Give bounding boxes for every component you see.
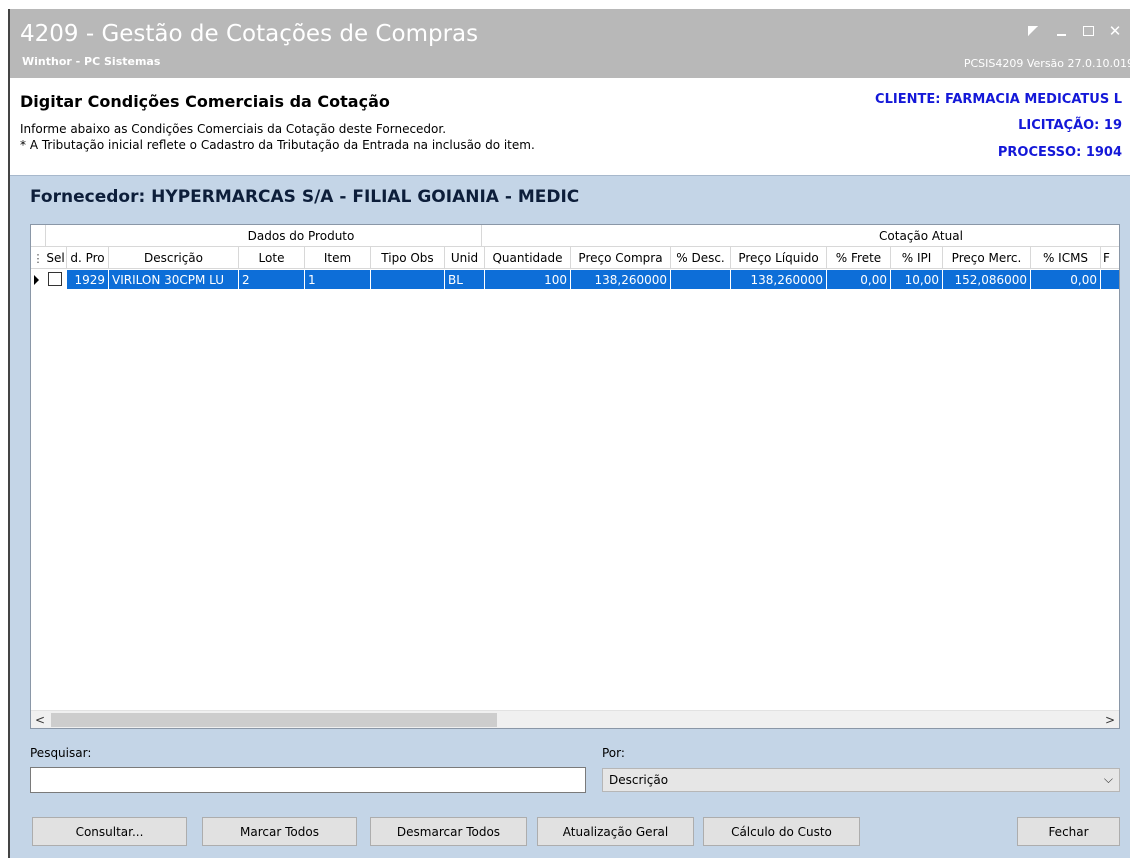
scroll-thumb[interactable] [51,713,497,727]
col-quantidade[interactable]: Quantidade [485,247,571,269]
search-by-select[interactable]: Descrição ⌵ [602,768,1120,792]
col-item[interactable]: Item [305,247,371,269]
col-preco-compra[interactable]: Preço Compra [571,247,671,269]
application-window: 4209 - Gestão de Cotações de Compras Win… [8,9,1130,858]
col-perc-frete[interactable]: % Frete [827,247,891,269]
window-title: 4209 - Gestão de Cotações de Compras [20,21,479,47]
cell-item[interactable]: 1 [305,270,371,289]
cell-preco-merc[interactable]: 152,086000 [943,270,1031,289]
column-chooser-icon[interactable]: ⋮ [31,247,45,269]
column-header-row: ⋮ Sel d. Pro Descrição Lote Item Tipo Ob… [31,247,1119,269]
row-indicator-icon [34,275,39,285]
calculo-custo-button[interactable]: Cálculo do Custo [703,817,860,846]
consultar-button[interactable]: Consultar... [32,817,187,846]
col-tipo-obs[interactable]: Tipo Obs [371,247,445,269]
info-text-2: * A Tributação inicial reflete o Cadastr… [20,138,535,152]
group-header-cotacao: Cotação Atual [879,229,963,243]
fechar-button[interactable]: Fechar [1017,817,1120,846]
processo-label: PROCESSO: 1904 [997,145,1122,160]
col-descricao[interactable]: Descrição [109,247,239,269]
page-title: Digitar Condições Comerciais da Cotação [20,92,390,111]
group-header-dados: Dados do Produto [247,229,355,243]
search-by-value: Descrição [609,773,669,787]
col-lote[interactable]: Lote [239,247,305,269]
cell-extra[interactable] [1101,270,1119,289]
licitacao-label: LICITAÇÃO: 19 [1018,118,1122,133]
cell-preco-compra[interactable]: 138,260000 [571,270,671,289]
col-perc-icms[interactable]: % ICMS [1031,247,1101,269]
scroll-left-icon[interactable]: < [31,711,49,728]
col-cod-prod[interactable]: d. Pro [67,247,109,269]
cell-quantidade[interactable]: 100 [485,270,571,289]
main-panel: Fornecedor: HYPERMARCAS S/A - FILIAL GOI… [10,175,1130,858]
cell-perc-frete[interactable]: 0,00 [827,270,891,289]
col-perc-desc[interactable]: % Desc. [671,247,731,269]
horizontal-scrollbar[interactable]: < > [31,710,1119,728]
group-header-row: Dados do Produto Cotação Atual [31,225,1119,247]
version-label: PCSIS4209 Versão 27.0.10.019 [963,57,1130,70]
fornecedor-title: Fornecedor: HYPERMARCAS S/A - FILIAL GOI… [30,187,580,207]
header-panel: Digitar Condições Comerciais da Cotação … [10,78,1130,175]
cell-perc-desc[interactable] [671,270,731,289]
window-subtitle: Winthor - PC Sistemas [22,55,161,68]
row-select-checkbox[interactable] [48,272,62,286]
cell-perc-icms[interactable]: 0,00 [1031,270,1101,289]
cell-descricao[interactable]: VIRILON 30CPM LU [109,270,239,289]
cell-tipo-obs[interactable] [371,270,445,289]
cliente-label: CLIENTE: FARMACIA MEDICATUS L [875,92,1122,107]
items-grid[interactable]: Dados do Produto Cotação Atual ⋮ Sel d. … [30,224,1120,729]
title-bar[interactable]: 4209 - Gestão de Cotações de Compras Win… [10,9,1130,78]
cell-perc-ipi[interactable]: 10,00 [891,270,943,289]
cell-cod-prod[interactable]: 1929 [67,270,109,289]
col-perc-ipi[interactable]: % IPI [891,247,943,269]
col-unid[interactable]: Unid [445,247,485,269]
info-text-1: Informe abaixo as Condições Comerciais d… [20,122,447,136]
col-extra[interactable]: F [1101,247,1119,269]
search-input[interactable] [30,767,586,793]
table-row[interactable]: 1929 VIRILON 30CPM LU 2 1 BL 100 138,260… [31,270,1119,289]
cell-preco-liquido[interactable]: 138,260000 [731,270,827,289]
chevron-down-icon: ⌵ [1103,772,1113,786]
close-icon[interactable]: ✕ [1107,22,1123,40]
atualizacao-geral-button[interactable]: Atualização Geral [537,817,694,846]
maximize-icon[interactable] [1080,23,1096,39]
por-label: Por: [602,746,625,760]
scroll-right-icon[interactable]: > [1101,711,1119,728]
restore-icon[interactable] [1025,23,1041,39]
col-preco-liquido[interactable]: Preço Líquido [731,247,827,269]
col-sel[interactable]: Sel [45,247,67,269]
cell-unid[interactable]: BL [445,270,485,289]
cell-lote[interactable]: 2 [239,270,305,289]
col-preco-merc[interactable]: Preço Merc. [943,247,1031,269]
marcar-todos-button[interactable]: Marcar Todos [202,817,357,846]
search-label: Pesquisar: [30,746,92,760]
desmarcar-todos-button[interactable]: Desmarcar Todos [370,817,527,846]
minimize-icon[interactable] [1053,23,1069,39]
